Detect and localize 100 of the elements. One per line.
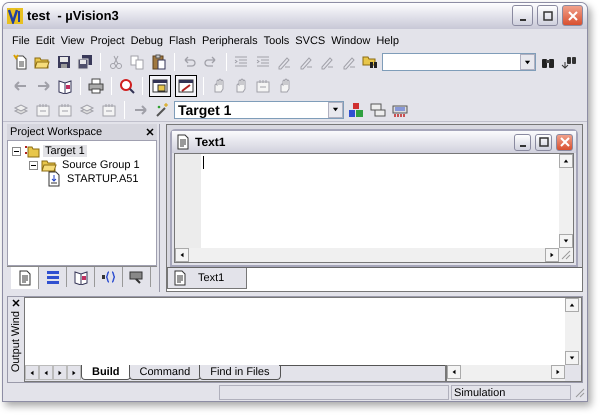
menu-item[interactable]: SVCS (292, 32, 328, 49)
text-editor[interactable] (174, 153, 574, 264)
close-button[interactable] (562, 5, 583, 26)
down-arrow-icon (563, 238, 569, 244)
minimize-button[interactable] (514, 134, 531, 151)
next-tab-button[interactable] (53, 365, 67, 380)
caret-icon (332, 106, 339, 114)
vertical-scrollbar[interactable] (559, 154, 573, 248)
windows-icon[interactable] (370, 102, 386, 118)
book-icon[interactable] (57, 78, 73, 94)
document-title: Text1 (195, 135, 226, 150)
close-button[interactable] (556, 134, 573, 151)
close-icon[interactable] (146, 128, 154, 136)
target-folder-icon (24, 143, 40, 160)
last-tab-button[interactable] (67, 365, 81, 380)
scroll-left-button[interactable] (175, 248, 189, 262)
tree-item[interactable]: Target 1 (43, 145, 87, 158)
panel-title: Output Wind (10, 311, 22, 373)
menu-item[interactable]: Tools (260, 32, 292, 49)
toggle-button[interactable] (149, 74, 171, 97)
window-title: test - µVision3 (27, 8, 120, 24)
scroll-down-button[interactable] (565, 351, 579, 366)
document-icon (16, 270, 32, 286)
menu-item[interactable]: Edit (32, 32, 58, 49)
close-icon[interactable] (12, 299, 20, 308)
wand-icon[interactable] (154, 102, 170, 118)
document-tab[interactable]: Text1 (167, 268, 247, 290)
down-arrow-icon (569, 355, 575, 362)
list-icon (44, 269, 60, 286)
left-arrow-icon (29, 370, 35, 376)
braces-icon (100, 269, 116, 286)
new-document-icon[interactable] (12, 54, 29, 70)
menu-item[interactable]: View (58, 32, 88, 49)
left-arrow-icon (451, 369, 457, 376)
dropdown-button[interactable] (520, 54, 536, 70)
vertical-scrollbar[interactable] (565, 298, 581, 366)
scroll-down-button[interactable] (559, 234, 573, 248)
right-arrow-icon (555, 369, 561, 376)
scroll-up-button[interactable] (565, 298, 579, 312)
clipboard-icon[interactable] (150, 54, 167, 70)
tree-item[interactable]: STARTUP.A51 (65, 173, 141, 186)
folder-search-icon[interactable] (362, 54, 378, 70)
binoculars-icon[interactable] (561, 54, 578, 70)
minimize-button[interactable] (512, 5, 533, 26)
first-tab-button[interactable] (25, 365, 39, 380)
copy-icon[interactable] (129, 54, 146, 70)
tree-item[interactable]: Source Group 1 (60, 159, 142, 172)
previous-tab-button[interactable] (39, 365, 53, 380)
collapse-button[interactable] (12, 146, 21, 156)
collapse-button[interactable] (29, 160, 38, 170)
target-combo-box[interactable]: Target 1 (174, 100, 344, 119)
menu-item[interactable]: Flash (166, 32, 199, 49)
maximize-icon (538, 137, 548, 148)
window-icon (178, 78, 194, 94)
toggle-button[interactable] (175, 74, 197, 97)
panel-tab[interactable] (11, 267, 39, 290)
menu-item[interactable]: Project (87, 32, 128, 49)
document-icon (175, 134, 191, 150)
up-arrow-icon (563, 158, 569, 164)
menu-item[interactable]: File (9, 32, 33, 49)
right-arrow-icon (57, 370, 63, 376)
scroll-left-button[interactable] (447, 365, 461, 380)
app-logo-icon (7, 8, 23, 24)
output-tab[interactable]: Find in Files (199, 365, 281, 380)
horizontal-scrollbar[interactable] (445, 365, 565, 382)
horizontal-scrollbar[interactable] (175, 248, 559, 262)
menu-item[interactable]: Help (373, 32, 402, 49)
magnifier-icon[interactable] (119, 78, 135, 94)
close-icon (568, 10, 578, 21)
menu-item[interactable]: Window (328, 32, 374, 49)
left-arrow-icon (179, 252, 185, 258)
dropdown-button[interactable] (328, 102, 343, 118)
book-icon (72, 269, 88, 286)
caret-icon (524, 58, 532, 66)
maximize-button[interactable] (535, 134, 552, 151)
scroll-up-button[interactable] (559, 154, 573, 168)
printer-icon[interactable] (88, 78, 104, 94)
status-pane: Simulation (451, 384, 571, 400)
menu-item[interactable]: Peripherals (198, 32, 261, 49)
text-cursor (203, 156, 204, 170)
output-tab[interactable]: Build (81, 365, 130, 380)
right-arrow-icon (549, 252, 555, 258)
close-icon (560, 137, 570, 148)
floppy-disks-icon[interactable] (77, 54, 94, 70)
resize-grip-icon[interactable] (573, 386, 585, 398)
scroll-right-button[interactable] (551, 365, 565, 380)
maximize-icon (542, 10, 552, 21)
maximize-button[interactable] (537, 5, 558, 26)
window-icon (152, 78, 168, 94)
document-icon (172, 270, 188, 286)
menu-item[interactable]: Debug (128, 32, 166, 49)
scroll-right-button[interactable] (545, 248, 559, 262)
blocks-icon[interactable] (348, 102, 364, 118)
file-icon (46, 171, 62, 188)
up-arrow-icon (569, 302, 575, 308)
output-tab[interactable]: Command (128, 365, 202, 380)
left-arrow-icon (43, 370, 49, 376)
panel-title: Project Workspace (10, 126, 102, 138)
size-grip[interactable] (559, 248, 573, 262)
resize-grip-icon (559, 248, 571, 260)
